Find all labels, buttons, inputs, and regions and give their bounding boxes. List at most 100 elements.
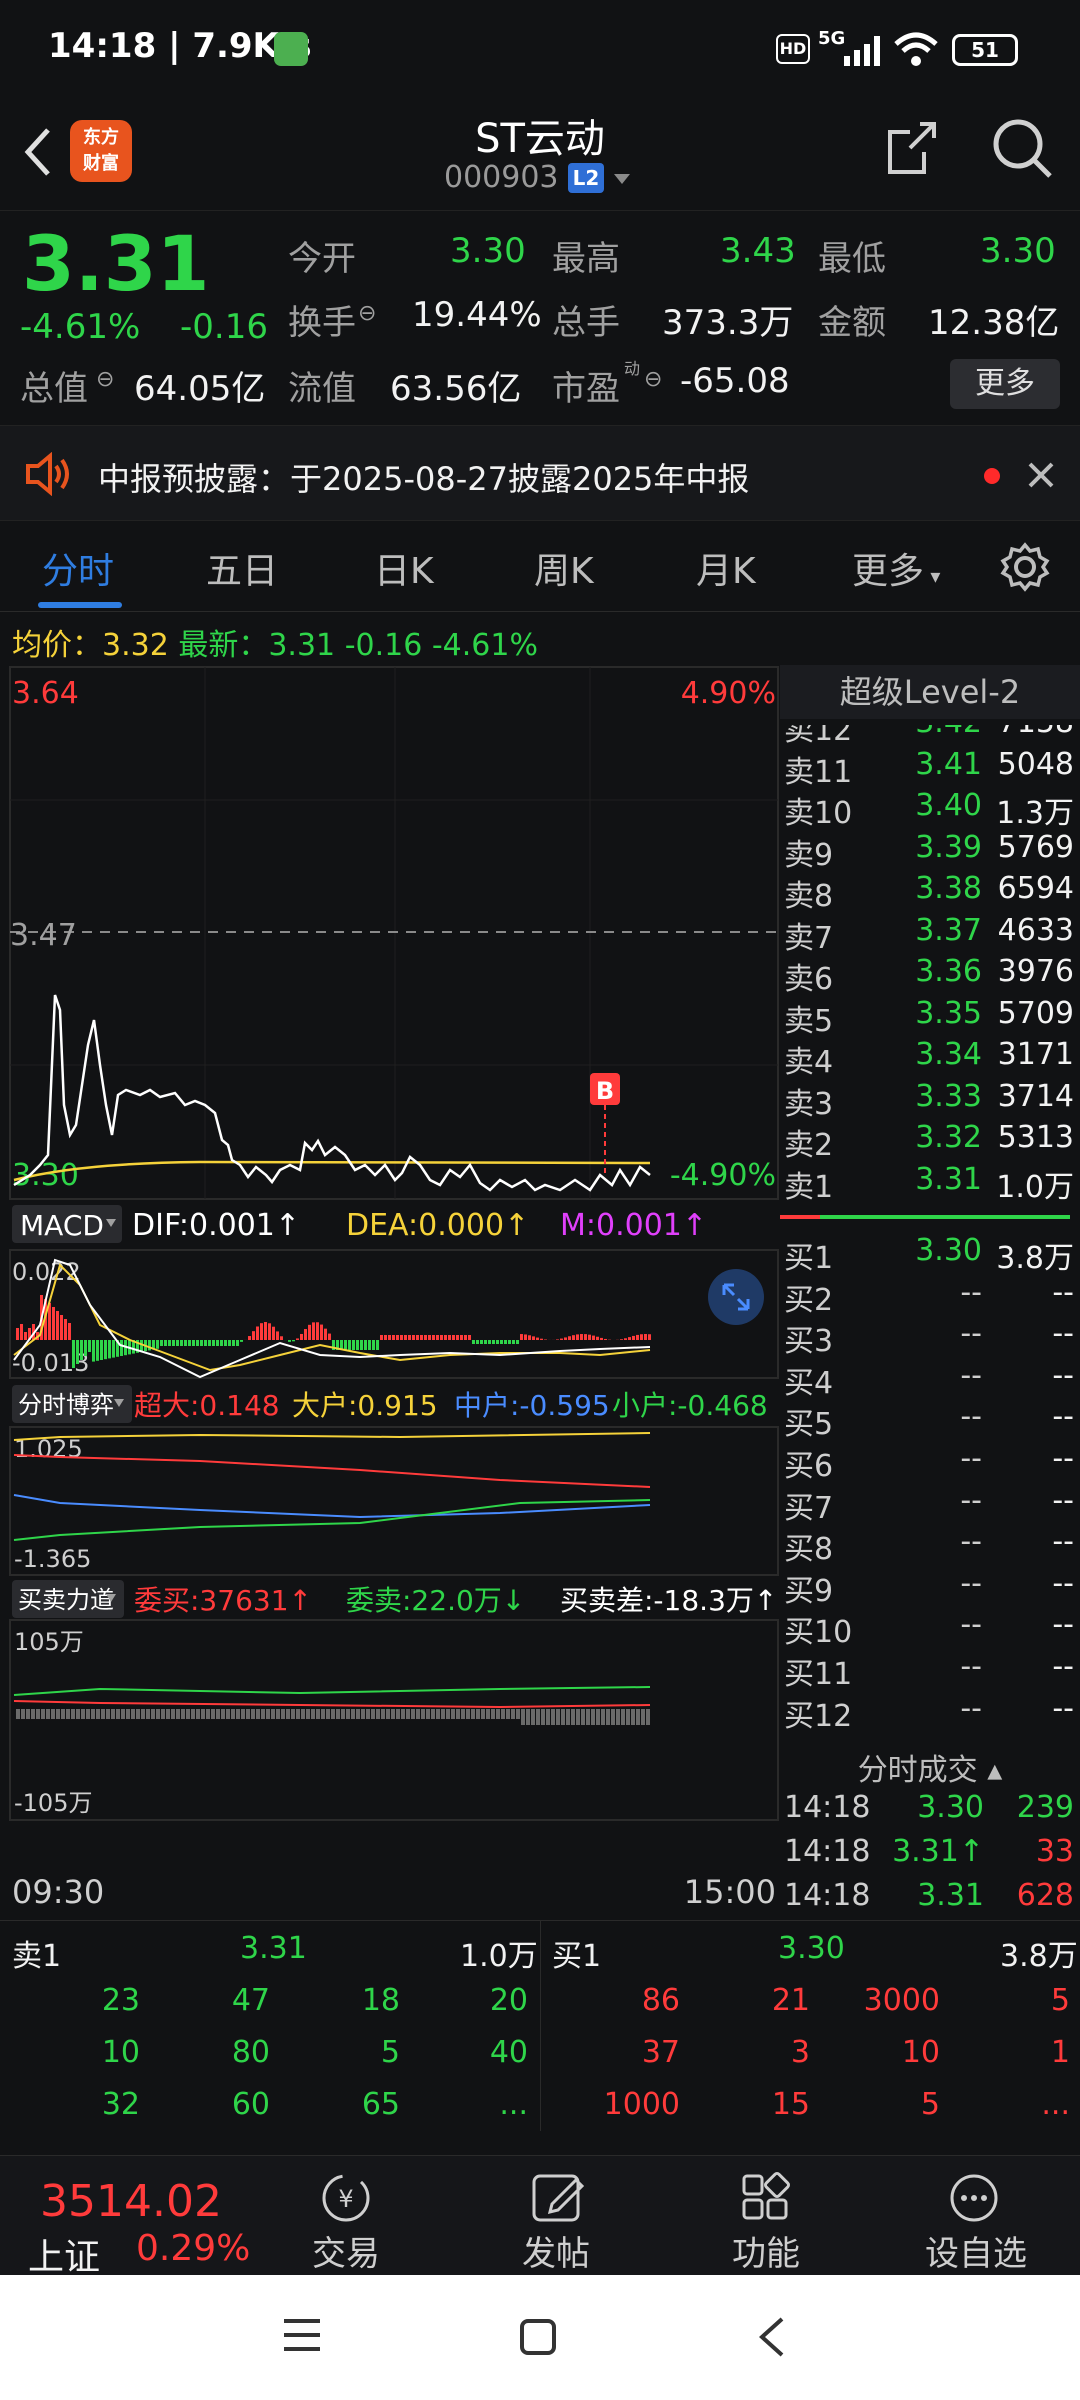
macd-bar <box>452 1335 455 1340</box>
svg-text:MACD: MACD <box>20 1209 104 1242</box>
tab-intraday[interactable]: 分时 <box>42 542 114 594</box>
force-bar <box>366 1709 370 1719</box>
force-bar <box>566 1709 570 1725</box>
level2-badge[interactable]: L2 <box>568 163 604 193</box>
ask-price: 3.42 <box>915 725 982 740</box>
force-bar <box>561 1709 565 1725</box>
queue-buy-cell: 3 <box>790 2035 810 2070</box>
tab-weekly-k[interactable]: 周K <box>534 542 594 594</box>
ask-row[interactable]: 卖7 3.37 4633 <box>780 913 1080 956</box>
info-icon[interactable]: ⊖ <box>96 367 114 392</box>
apps-icon[interactable] <box>738 2170 794 2224</box>
macd-bar <box>528 1335 531 1340</box>
macd-bar <box>600 1337 603 1340</box>
ask-row[interactable]: 卖1 3.31 1.0万 <box>780 1162 1080 1205</box>
ask-row[interactable]: 卖2 3.32 5313 <box>780 1120 1080 1163</box>
macd-bar <box>68 1323 71 1340</box>
macd-bar <box>572 1335 575 1340</box>
force-bar <box>501 1709 505 1719</box>
force-sell-line <box>13 1686 651 1696</box>
info-icon[interactable]: ⊖ <box>358 301 376 326</box>
ask-row[interactable]: 卖8 3.38 6594 <box>780 871 1080 914</box>
force-bar <box>386 1709 390 1719</box>
more-icon[interactable] <box>946 2170 1002 2224</box>
notice-bar[interactable]: 中报预披露：于2025-08-27披露2025年中报 <box>0 425 1080 521</box>
bid-vol: -- <box>1052 1357 1074 1393</box>
share-icon[interactable] <box>884 118 940 180</box>
nav-post[interactable]: 发帖 <box>486 2226 626 2275</box>
ask-row[interactable]: 卖9 3.39 5769 <box>780 830 1080 873</box>
battery-icon: 51 <box>952 34 1018 66</box>
ask-row[interactable]: 卖11 3.41 5048 <box>780 747 1080 790</box>
force-bar <box>606 1709 610 1725</box>
macd-bar <box>580 1334 583 1340</box>
search-icon[interactable] <box>990 116 1054 182</box>
expand-icon[interactable] <box>708 1269 764 1325</box>
bid-row[interactable]: 买10 -- -- <box>780 1607 1080 1650</box>
ask-list: 卖12 3.42 7158 卖11 3.41 5048 卖10 3.40 1.3万卖9 3.39 5… <box>780 725 1080 1245</box>
bid-list: 买1 3.30 3.8万 买2 -- -- 买3 -- -- 买4 -- -- 买5 -- -- 买6 -- --… <box>780 1233 1080 1734</box>
bid-row[interactable]: 买8 -- -- <box>780 1524 1080 1567</box>
bid-row[interactable]: 买9 -- -- <box>780 1565 1080 1609</box>
queue-buy-vol: 3.8万 <box>1000 1939 1078 1974</box>
bid-row[interactable]: 买1 3.30 3.8万 <box>780 1233 1080 1276</box>
price-summary-line: 均价：3.32 最新：3.31 -0.16 -4.61% <box>12 628 538 663</box>
force-bar <box>161 1709 165 1719</box>
force-bar <box>591 1709 595 1725</box>
menu-icon[interactable] <box>280 2315 324 2355</box>
bid-row[interactable]: 买5 -- -- <box>780 1399 1080 1442</box>
volume-label: 总手 <box>552 303 620 343</box>
macd-bar <box>172 1340 175 1346</box>
macd-bar <box>212 1340 215 1346</box>
nav-trade[interactable]: 交易 <box>276 2226 416 2275</box>
tab-more[interactable]: 更多 ▾ <box>852 542 940 594</box>
nav-functions[interactable]: 功能 <box>696 2226 836 2275</box>
bid-row[interactable]: 买6 -- -- <box>780 1441 1080 1484</box>
queue-sell-cell: 5 <box>380 2035 400 2070</box>
chevron-down-icon[interactable] <box>612 172 632 186</box>
bid-row[interactable]: 买2 -- -- <box>780 1275 1080 1318</box>
nav-set-watchlist[interactable]: 设自选 <box>906 2226 1046 2275</box>
stock-header: 东方 财富 ST云动 000903 L2 <box>0 100 1080 208</box>
force-bar <box>216 1709 220 1719</box>
bid-price: -- <box>960 1565 982 1601</box>
ask-row[interactable]: 卖4 3.34 3171 <box>780 1037 1080 1080</box>
index-value[interactable]: 3514.02 <box>40 2176 222 2227</box>
ask-vol: 5313 <box>997 1120 1074 1155</box>
tab-daily-k[interactable]: 日K <box>374 542 434 594</box>
info-icon[interactable]: ⊖ <box>644 367 662 392</box>
home-icon[interactable] <box>516 2315 560 2359</box>
tab-monthly-k[interactable]: 月K <box>696 542 756 594</box>
bid-row[interactable]: 买7 -- -- <box>780 1482 1080 1526</box>
bid-price: -- <box>960 1482 982 1518</box>
tab-five-day[interactable]: 五日 <box>206 542 278 594</box>
macd-bar <box>324 1328 327 1340</box>
force-bar <box>356 1709 360 1719</box>
settings-icon[interactable] <box>1000 542 1050 592</box>
macd-bar <box>604 1338 607 1340</box>
bid-row[interactable]: 买4 -- -- <box>780 1357 1080 1401</box>
bid-row[interactable]: 买11 -- -- <box>780 1649 1080 1692</box>
trade-row: 14:18 3.31 628 <box>780 1878 1080 1918</box>
intraday-chart[interactable]: 3.64 3.47 3.30 4.90% -4.90% B MACD DIF:0… <box>0 665 780 1920</box>
open-value: 3.30 <box>450 231 526 271</box>
trades-title[interactable]: 分时成交 ▴ <box>780 1745 1080 1789</box>
ask-row[interactable]: 卖5 3.35 5709 <box>780 996 1080 1039</box>
ask-row[interactable]: 卖6 3.36 3976 <box>780 954 1080 997</box>
macd-m: M:0.001↑ <box>560 1208 707 1243</box>
level2-title[interactable]: 超级Level-2 <box>780 665 1080 719</box>
ask-row[interactable]: 卖12 3.42 7158 <box>780 725 1080 748</box>
bid-row[interactable]: 买3 -- -- <box>780 1316 1080 1359</box>
ask-vol: 1.3万 <box>996 796 1074 831</box>
bid-label: 买3 <box>784 1324 834 1360</box>
post-icon[interactable] <box>530 2170 586 2224</box>
trade-icon[interactable]: ¥ <box>316 2170 376 2224</box>
bid-price: -- <box>960 1399 982 1435</box>
close-icon[interactable] <box>1026 460 1056 490</box>
more-button[interactable]: 更多 <box>950 359 1060 409</box>
ask-row[interactable]: 卖3 3.33 3714 <box>780 1079 1080 1122</box>
ask-row[interactable]: 卖10 3.40 1.3万 <box>780 788 1080 831</box>
macd-bar <box>508 1340 511 1344</box>
back-nav-icon[interactable] <box>754 2315 790 2359</box>
bid-row[interactable]: 买12 -- -- <box>780 1691 1080 1734</box>
